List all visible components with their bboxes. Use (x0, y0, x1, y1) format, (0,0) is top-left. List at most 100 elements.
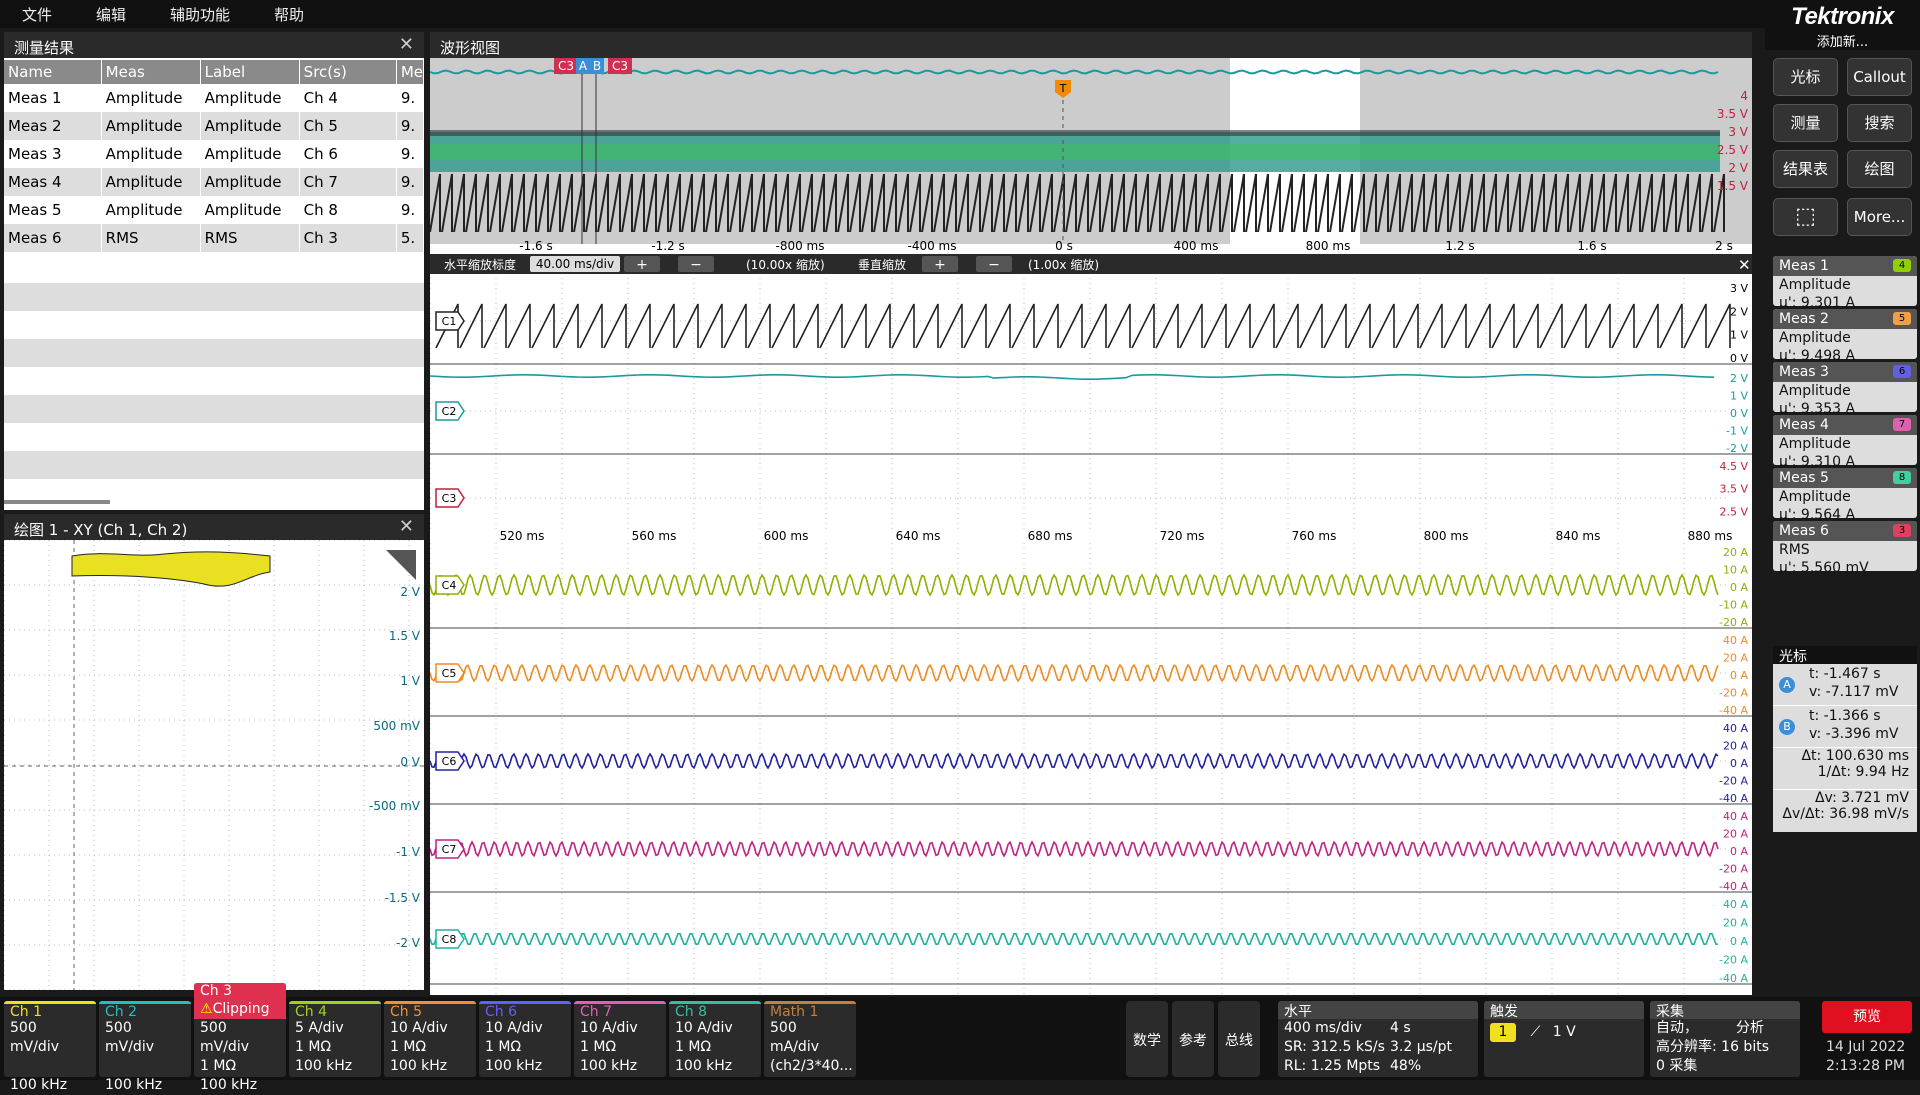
time-tick: 600 ms (764, 529, 809, 543)
channel-badge[interactable]: Ch 7 10 A/div 1 MΩ 100 kHz (574, 1001, 666, 1077)
overview-time-tick: 1.2 s (1445, 239, 1474, 253)
zoom-corner-icon[interactable] (386, 550, 416, 580)
meas-card[interactable]: Meas 3 6 Amplitude μ': 9.353 A (1773, 362, 1917, 417)
search-button[interactable]: 搜索 (1847, 104, 1912, 142)
lane-scale-label: 40 A (1723, 898, 1748, 911)
measure-button[interactable]: 测量 (1773, 104, 1838, 142)
menu-help[interactable]: 帮助 (252, 4, 326, 25)
column-header[interactable]: Me (396, 60, 425, 84)
preview-button[interactable]: 预览 (1822, 1001, 1912, 1033)
lane-scale-label: 1 V (1730, 390, 1748, 403)
lane-scale-label: 0 A (1730, 581, 1748, 594)
lane-scale-label: 20 A (1723, 828, 1748, 841)
overview-volt-label: 4 (1740, 89, 1748, 103)
xy-plot[interactable]: 2 V 1.5 V 1 V 500 mV 0 V -500 mV -1 V -1.5 V -2 … (3, 539, 424, 991)
channel-setting (764, 1076, 856, 1095)
table-cell: Ch 5 (299, 112, 397, 140)
channel-setting: 500 mV/div (10, 1020, 59, 1055)
channel-setting: 1 MΩ (485, 1039, 522, 1055)
close-icon[interactable]: ✕ (399, 516, 414, 537)
table-cell: RMS (101, 224, 201, 252)
lane-scale-label: 0 A (1730, 757, 1748, 770)
channel-setting: 100 kHz (675, 1058, 733, 1074)
lane-scale-label: 0 A (1730, 669, 1748, 682)
table-scrollbar[interactable] (4, 500, 110, 504)
bus-button[interactable]: 总线 (1218, 1001, 1260, 1077)
cursor-readout[interactable]: 光标 A t: -1.467 s v: -7.117 mV B t: -1.36… (1773, 646, 1917, 832)
channel-badge[interactable]: Ch 2 500 mV/div 100 kHz (99, 1001, 191, 1093)
table-cell: Meas 5 (4, 196, 102, 224)
channel-badge[interactable]: Ch 45 A/div 1 MΩ 100 kHz (289, 1001, 381, 1077)
math-button[interactable]: 数学 (1126, 1001, 1168, 1077)
lane-scale-label: 40 A (1723, 810, 1748, 823)
table-cell: 5. (396, 224, 425, 252)
channel-badge[interactable]: Math 1 500 mA/div (ch2/3*40... (764, 1001, 856, 1077)
empty-row (4, 451, 424, 479)
table-cell: Amplitude (101, 140, 201, 168)
close-icon[interactable]: ✕ (399, 34, 414, 55)
callout-button[interactable]: Callout (1847, 58, 1912, 96)
table-cell: 9. (396, 168, 425, 196)
lane-scale-label: -1 V (1726, 425, 1748, 438)
overview-volt-label: 2.5 V (1717, 143, 1749, 157)
acquire-badge[interactable]: 采集 自动， 分析 高分辨率: 16 bits 0 采集 (1650, 1001, 1800, 1077)
brand-logo: Tektronix (1791, 3, 1894, 30)
time-tick: 800 ms (1424, 529, 1469, 543)
meas-card[interactable]: Meas 1 4 Amplitude μ': 9.301 A (1773, 256, 1917, 311)
table-row[interactable]: Meas 6 RMS RMS Ch 3 5. (4, 224, 425, 252)
channel-name: Ch 5 (384, 1001, 476, 1020)
horizontal-badge[interactable]: 水平 400 ms/div 4 s SR: 312.5 kS/s 3.2 μs/pt… (1278, 1001, 1478, 1077)
overview-volt-label: 1.5 V (1717, 179, 1749, 193)
waveform-c2 (430, 374, 1715, 381)
channel-setting: 10 A/div (485, 1020, 543, 1036)
source-badge: 5 (1893, 312, 1911, 325)
meas-card[interactable]: Meas 5 8 Amplitude μ': 9.564 A (1773, 468, 1917, 523)
cursor-dv-dt: Δv/Δt: 36.98 mV/s (1782, 806, 1909, 822)
menu-edit[interactable]: 编辑 (74, 4, 148, 25)
plot-button[interactable]: 绘图 (1847, 150, 1912, 188)
channel-badge[interactable]: Ch 3 ⚠Clipping 500 mV/div 1 MΩ 100 kHz (194, 983, 286, 1093)
more-button[interactable]: More... (1847, 198, 1912, 236)
lane-scale-label: 1 V (1730, 329, 1748, 342)
channel-badge[interactable]: Ch 6 10 A/div 1 MΩ 100 kHz (479, 1001, 571, 1077)
table-row[interactable]: Meas 5 Amplitude Amplitude Ch 8 9. (4, 196, 425, 224)
trigger-source: 1 (1490, 1023, 1516, 1042)
xy-axis-label: 500 mV (373, 719, 420, 733)
xy-axis-label: 1.5 V (389, 629, 421, 643)
channel-setting: 100 kHz (105, 1077, 163, 1093)
meas-card[interactable]: Meas 6 3 RMS μ': 5.560 mV (1773, 521, 1917, 576)
cursor-button[interactable]: 光标 (1773, 58, 1838, 96)
waveform-view[interactable]: 波形视图 -1.6 s -1.2 s -800 ms -400 ms 0 s 400 ms… (430, 32, 1752, 995)
table-row[interactable]: Meas 2 Amplitude Amplitude Ch 5 9. (4, 112, 425, 140)
channel-badge[interactable]: Ch 8 10 A/div 1 MΩ 100 kHz (669, 1001, 761, 1077)
table-row[interactable]: Meas 3 Amplitude Amplitude Ch 6 9. (4, 140, 425, 168)
lane-scale-label: -40 A (1719, 880, 1748, 893)
meas-card[interactable]: Meas 4 7 Amplitude μ': 9.310 A (1773, 415, 1917, 470)
close-icon[interactable]: ✕ (1738, 256, 1751, 274)
time-tick: 760 ms (1292, 529, 1337, 543)
acquire-title: 采集 (1650, 1001, 1800, 1020)
meas-card[interactable]: Meas 2 5 Amplitude μ': 9.498 A (1773, 309, 1917, 364)
trigger-badge[interactable]: 触发 1 ⟋ 1 V (1484, 1001, 1644, 1077)
column-header[interactable]: Label (200, 60, 300, 84)
column-header[interactable]: Name (4, 60, 102, 84)
xy-plot-panel: 绘图 1 - XY (Ch 1, Ch 2) ✕ (4, 514, 424, 540)
ref-button[interactable]: 参考 (1172, 1001, 1214, 1077)
trigger-tag: T (1059, 82, 1067, 95)
column-header[interactable]: Meas (101, 60, 201, 84)
acquire-count: 0 采集 (1656, 1058, 1698, 1074)
table-row[interactable]: Meas 1 Amplitude Amplitude Ch 4 9. (4, 84, 425, 112)
column-header[interactable]: Src(s) (299, 60, 397, 84)
add-new-label[interactable]: 添加新... (1765, 31, 1920, 50)
results-table-button[interactable]: 结果表 (1773, 150, 1838, 188)
menu-file[interactable]: 文件 (0, 4, 74, 25)
channel-badge[interactable]: Ch 1 500 mV/div 100 kHz (4, 1001, 96, 1093)
table-row[interactable]: Meas 4 Amplitude Amplitude Ch 7 9. (4, 168, 425, 196)
menu-accessibility[interactable]: 辅助功能 (148, 4, 252, 25)
time-axis (430, 530, 1752, 542)
channel-setting: 500 mV/div (200, 1020, 249, 1055)
zoom-box-icon[interactable]: ⬚ (1773, 198, 1838, 236)
overview-time-tick: -400 ms (908, 239, 957, 253)
channel-name: Ch 2 (99, 1001, 191, 1020)
channel-badge[interactable]: Ch 5 10 A/div 1 MΩ 100 kHz (384, 1001, 476, 1077)
